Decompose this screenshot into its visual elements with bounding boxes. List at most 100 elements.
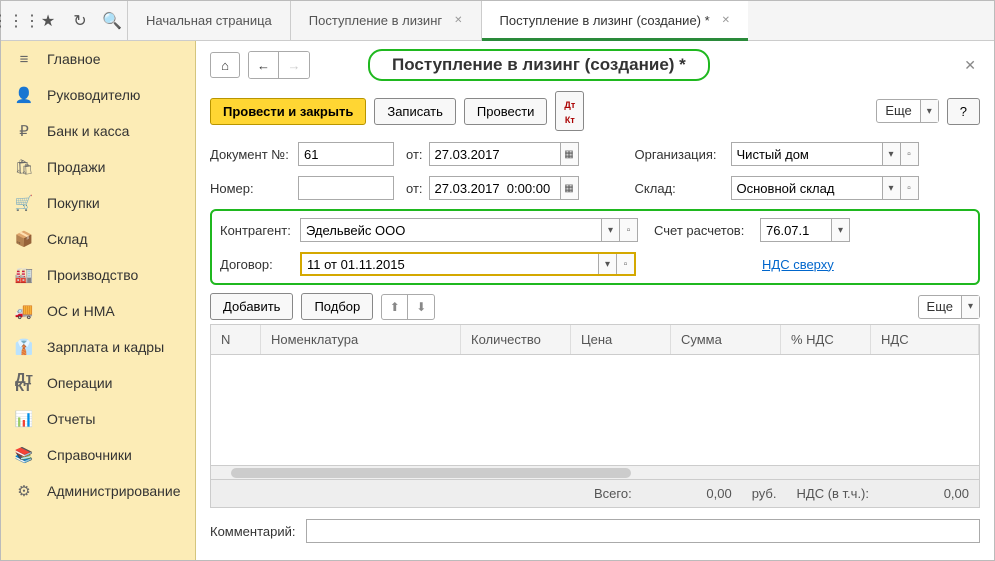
tab-close-icon[interactable]: ✕	[454, 15, 462, 26]
doc-date-input[interactable]: ▦	[429, 142, 579, 166]
col-vat-pct[interactable]: % НДС	[781, 325, 871, 354]
topbar: ⋮⋮⋮ ★ ↻ 🔍 Начальная страница Поступление…	[1, 1, 994, 41]
add-button[interactable]: Добавить	[210, 293, 293, 320]
close-button[interactable]: ✕	[960, 53, 980, 78]
dtkt-icon: ДтКт	[15, 374, 33, 392]
sidebar-item-production[interactable]: 🏭Производство	[1, 257, 195, 293]
page-title-wrap: Поступление в лизинг (создание) *	[368, 49, 952, 81]
calendar-icon[interactable]: ▦	[560, 177, 578, 199]
chevron-down-icon: ▾	[961, 296, 979, 318]
account-field[interactable]	[761, 219, 831, 241]
number-input[interactable]	[298, 176, 394, 200]
chevron-down-icon[interactable]: ▾	[601, 219, 619, 241]
sidebar-item-purchases[interactable]: 🛒Покупки	[1, 185, 195, 221]
vat-value: 0,00	[889, 486, 969, 501]
total-value: 0,00	[652, 486, 732, 501]
user-icon: 👤	[15, 86, 33, 104]
sidebar-item-admin[interactable]: ⚙Администрирование	[1, 473, 195, 509]
sidebar-item-assets[interactable]: 🚚ОС и НМА	[1, 293, 195, 329]
sidebar-item-bank[interactable]: ₽Банк и касса	[1, 113, 195, 149]
save-button[interactable]: Записать	[374, 98, 456, 125]
org-field[interactable]	[732, 143, 882, 165]
contract-field[interactable]	[302, 254, 598, 274]
open-icon[interactable]: ▫	[900, 143, 918, 165]
highlighted-section: Контрагент: ▾▫ Счет расчетов: ▾ Договор:…	[210, 209, 980, 285]
col-price[interactable]: Цена	[571, 325, 671, 354]
search-icon[interactable]: 🔍	[103, 12, 121, 30]
datetime-field[interactable]	[430, 177, 560, 199]
doc-no-input[interactable]	[298, 142, 394, 166]
sidebar-item-label: Главное	[47, 51, 101, 67]
from-label2: от:	[406, 181, 423, 196]
total-label: Всего:	[594, 486, 632, 501]
tab-close-icon[interactable]: ✕	[722, 15, 730, 26]
history-icon[interactable]: ↻	[71, 12, 89, 30]
col-n[interactable]: N	[211, 325, 261, 354]
horizontal-scrollbar[interactable]	[211, 465, 979, 479]
tab-leasing-create[interactable]: Поступление в лизинг (создание) *✕	[481, 1, 749, 40]
apps-icon[interactable]: ⋮⋮⋮	[7, 12, 25, 30]
sidebar-item-salary[interactable]: 👔Зарплата и кадры	[1, 329, 195, 365]
help-button[interactable]: ?	[947, 98, 980, 125]
calendar-icon[interactable]: ▦	[560, 143, 578, 165]
warehouse-combo[interactable]: ▾▫	[731, 176, 919, 200]
contract-combo[interactable]: ▾▫	[300, 252, 636, 276]
post-button[interactable]: Провести	[464, 98, 548, 125]
table-header: N Номенклатура Количество Цена Сумма % Н…	[211, 325, 979, 355]
date-field[interactable]	[430, 143, 560, 165]
vat-link[interactable]: НДС сверху	[762, 257, 834, 272]
table-body[interactable]	[211, 355, 979, 465]
row-doc-no: Документ №: от: ▦ Организация: ▾▫	[210, 141, 980, 167]
col-quantity[interactable]: Количество	[461, 325, 571, 354]
move-down-button[interactable]: ⬇	[408, 295, 434, 319]
account-combo[interactable]: ▾	[760, 218, 850, 242]
sidebar-item-sales[interactable]: 🛍Продажи	[1, 149, 195, 185]
more-label: Еще	[877, 100, 919, 122]
counterparty-field[interactable]	[301, 219, 601, 241]
chevron-down-icon[interactable]: ▾	[882, 177, 900, 199]
sidebar-item-reports[interactable]: 📊Отчеты	[1, 401, 195, 437]
truck-icon: 🚚	[15, 302, 33, 320]
forward-button[interactable]: →	[279, 52, 309, 78]
star-icon[interactable]: ★	[39, 12, 57, 30]
home-button[interactable]: ⌂	[210, 52, 240, 78]
org-combo[interactable]: ▾▫	[731, 142, 919, 166]
box-icon: 📦	[15, 230, 33, 248]
tab-label: Начальная страница	[146, 13, 272, 28]
open-icon[interactable]: ▫	[616, 254, 634, 274]
more-button[interactable]: Еще▾	[876, 99, 938, 123]
books-icon: 📚	[15, 446, 33, 464]
col-vat[interactable]: НДС	[871, 325, 979, 354]
sidebar-item-label: Зарплата и кадры	[47, 339, 164, 355]
chevron-down-icon[interactable]: ▾	[831, 219, 849, 241]
sidebar-item-label: Склад	[47, 231, 88, 247]
tab-leasing[interactable]: Поступление в лизинг✕	[290, 1, 481, 40]
counterparty-combo[interactable]: ▾▫	[300, 218, 638, 242]
open-icon[interactable]: ▫	[619, 219, 637, 241]
back-button[interactable]: ←	[249, 52, 279, 78]
cart-icon: 🛒	[15, 194, 33, 212]
doc-no-label: Документ №:	[210, 147, 292, 162]
sidebar-item-operations[interactable]: ДтКтОперации	[1, 365, 195, 401]
pick-button[interactable]: Подбор	[301, 293, 373, 320]
move-up-button[interactable]: ⬆	[382, 295, 408, 319]
chevron-down-icon[interactable]: ▾	[598, 254, 616, 274]
sidebar-item-manager[interactable]: 👤Руководителю	[1, 77, 195, 113]
open-icon[interactable]: ▫	[900, 177, 918, 199]
post-close-button[interactable]: Провести и закрыть	[210, 98, 366, 125]
number-date-input[interactable]: ▦	[429, 176, 579, 200]
sidebar-item-references[interactable]: 📚Справочники	[1, 437, 195, 473]
chevron-down-icon[interactable]: ▾	[882, 143, 900, 165]
dtkt-button[interactable]: ДтКт	[555, 91, 584, 131]
warehouse-field[interactable]	[732, 177, 882, 199]
comment-input[interactable]	[306, 519, 980, 543]
factory-icon: 🏭	[15, 266, 33, 284]
row-comment: Комментарий:	[210, 518, 980, 544]
col-nomenclature[interactable]: Номенклатура	[261, 325, 461, 354]
tab-home[interactable]: Начальная страница	[127, 1, 290, 40]
sidebar-item-main[interactable]: ≡Главное	[1, 41, 195, 77]
sidebar-item-warehouse[interactable]: 📦 Склад	[1, 221, 195, 257]
col-sum[interactable]: Сумма	[671, 325, 781, 354]
scrollbar-thumb[interactable]	[231, 468, 631, 478]
table-more-button[interactable]: Еще▾	[918, 295, 980, 319]
